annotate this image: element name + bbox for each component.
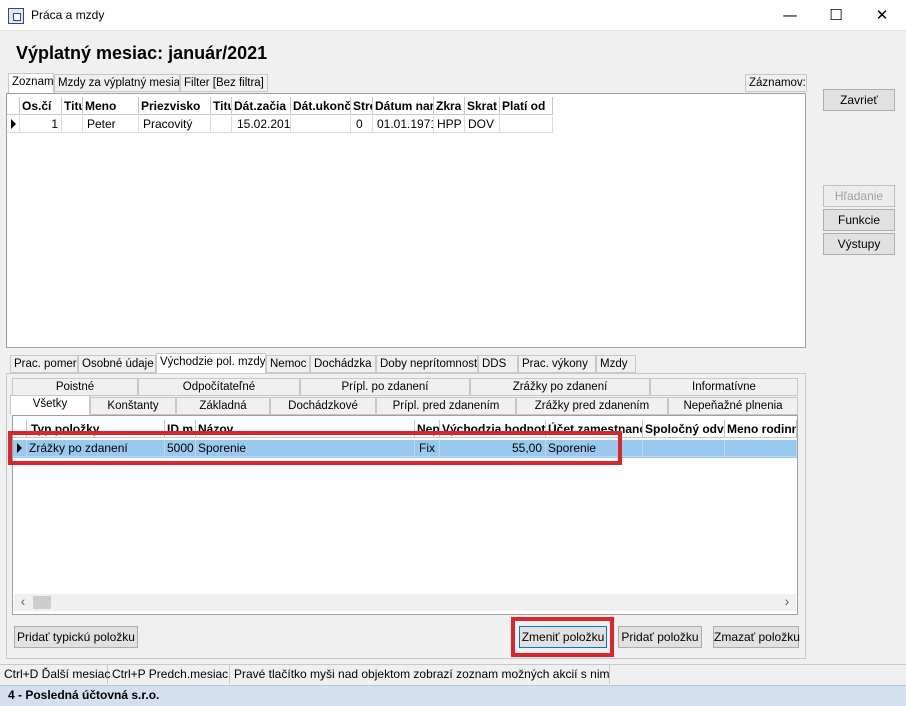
- app-icon: [8, 8, 24, 24]
- column-header[interactable]: Os.čí: [20, 97, 62, 115]
- tab-vychodzie-pol-mzdy[interactable]: Východzie pol. mzdy: [156, 353, 266, 373]
- column-header[interactable]: Dát.začia: [232, 97, 291, 115]
- status-shortcut-next: Ctrl+D Ďalší mesiac: [0, 665, 110, 684]
- table-cell[interactable]: 0: [351, 116, 373, 133]
- column-header[interactable]: Skrat: [465, 97, 500, 115]
- table-cell[interactable]: 15.02.2015: [232, 116, 291, 133]
- tab-dds[interactable]: DDS: [478, 355, 518, 373]
- employee-table-grid: Os.čí Titu Meno Priezvisko Titu Dát.zači…: [7, 97, 807, 133]
- search-button[interactable]: Hľadanie: [823, 185, 895, 207]
- page-title: Výplatný mesiac: január/2021: [16, 43, 268, 63]
- employee-table: Os.čí Titu Meno Priezvisko Titu Dát.zači…: [6, 93, 806, 348]
- status-hint: Pravé tlačítko myši nad objektom zobrazí…: [230, 665, 610, 684]
- title-bar: Práca a mzdy — ☐ ✕: [0, 0, 906, 31]
- tab-pripl-pred-zdanenim[interactable]: Prípl. pred zdanením: [376, 397, 516, 415]
- tab-konstanty[interactable]: Konštanty: [90, 397, 176, 415]
- tab-filter[interactable]: Filter [Bez filtra]: [180, 74, 268, 92]
- maximize-button[interactable]: ☐: [813, 0, 859, 31]
- table-cell[interactable]: HPP: [434, 116, 465, 133]
- table-cell[interactable]: Pracovitý: [139, 116, 211, 133]
- table-cell[interactable]: 1: [20, 116, 62, 133]
- column-header[interactable]: Meno rodinn: [725, 420, 797, 438]
- table-cell[interactable]: Peter: [83, 116, 139, 133]
- tab-odpocitatelne[interactable]: Odpočítateľné: [138, 378, 300, 396]
- window-title: Práca a mzdy: [31, 8, 105, 22]
- table-cell[interactable]: [500, 116, 553, 133]
- row-indicator-header: [7, 97, 20, 115]
- highlight-box: [8, 431, 622, 465]
- table-cell[interactable]: [211, 116, 232, 133]
- add-item-button[interactable]: Pridať položku: [618, 626, 702, 648]
- tab-mzdy[interactable]: Mzdy: [596, 355, 636, 373]
- table-cell[interactable]: [643, 440, 725, 457]
- column-header[interactable]: Meno: [83, 97, 139, 115]
- add-typical-item-button[interactable]: Pridať typickú položku: [14, 626, 138, 648]
- column-header[interactable]: Zkra: [434, 97, 465, 115]
- column-header[interactable]: Dát.ukonč: [291, 97, 351, 115]
- status-bar: Ctrl+D Ďalší mesiac Ctrl+P Predch.mesiac…: [0, 664, 906, 685]
- close-button[interactable]: Zavrieť: [823, 89, 895, 111]
- scroll-left-icon[interactable]: ‹: [16, 594, 30, 611]
- tab-nepenazne-plnenia[interactable]: Nepeňažné plnenia: [668, 397, 798, 415]
- table-cell[interactable]: [291, 116, 351, 133]
- tab-doby-nepritomnosti[interactable]: Doby neprítomnosti: [376, 355, 478, 373]
- tab-pripl-po-zdaneni[interactable]: Prípl. po zdanení: [300, 378, 470, 396]
- horizontal-scrollbar[interactable]: ‹ ›: [14, 594, 796, 611]
- column-header[interactable]: Titu: [211, 97, 232, 115]
- close-window-button[interactable]: ✕: [859, 0, 905, 31]
- column-header[interactable]: Spoločný odv: [643, 420, 725, 438]
- tab-osobne-udaje[interactable]: Osobné údaje: [78, 355, 156, 373]
- tab-zakladna[interactable]: Základná: [176, 397, 270, 415]
- scroll-right-icon[interactable]: ›: [780, 594, 794, 611]
- table-cell[interactable]: 01.01.1971: [373, 116, 434, 133]
- column-header[interactable]: Platí od: [500, 97, 553, 115]
- outputs-button[interactable]: Výstupy: [823, 233, 895, 255]
- tab-mzdy-za-mesiac[interactable]: Mzdy za výplatný mesiac: [54, 74, 180, 92]
- records-count-label: Záznamov:: [745, 74, 807, 92]
- tab-dochadzka[interactable]: Dochádzka: [310, 355, 376, 373]
- delete-item-button[interactable]: Zmazať položku: [713, 626, 800, 648]
- tab-prac-vykony[interactable]: Prac. výkony: [518, 355, 596, 373]
- tab-poistne[interactable]: Poistné: [12, 378, 138, 396]
- scrollbar-thumb[interactable]: [33, 596, 51, 609]
- tab-zrazky-po-zdaneni[interactable]: Zrážky po zdanení: [470, 378, 650, 396]
- functions-button[interactable]: Funkcie: [823, 209, 895, 231]
- status-shortcut-prev: Ctrl+P Predch.mesiac: [108, 665, 230, 684]
- column-header[interactable]: Titu: [62, 97, 83, 115]
- table-cell[interactable]: [725, 440, 797, 457]
- tab-dochadzkove[interactable]: Dochádzkové: [270, 397, 376, 415]
- company-bar: 4 - Posledná účtovná s.r.o.: [0, 685, 906, 706]
- company-name: 4 - Posledná účtovná s.r.o.: [8, 688, 160, 702]
- tab-prac-pomer[interactable]: Prac. pomer: [10, 355, 78, 373]
- column-header[interactable]: Stre: [351, 97, 373, 115]
- row-pointer-icon: [11, 119, 16, 129]
- tab-vsetky[interactable]: Všetky: [10, 395, 90, 415]
- minimize-button[interactable]: —: [767, 0, 813, 31]
- table-cell[interactable]: DOV: [465, 116, 500, 133]
- tab-zrazky-pred-zdanenim[interactable]: Zrážky pred zdanením: [516, 397, 668, 415]
- highlight-box: [511, 617, 614, 657]
- row-indicator[interactable]: [7, 116, 20, 133]
- column-header[interactable]: Priezvisko: [139, 97, 211, 115]
- column-header[interactable]: Dátum nar: [373, 97, 434, 115]
- table-cell[interactable]: [62, 116, 83, 133]
- tab-informativne[interactable]: Informatívne: [650, 378, 798, 396]
- tab-zoznam[interactable]: Zoznam: [8, 73, 54, 93]
- tab-nemoc[interactable]: Nemoc: [266, 355, 310, 373]
